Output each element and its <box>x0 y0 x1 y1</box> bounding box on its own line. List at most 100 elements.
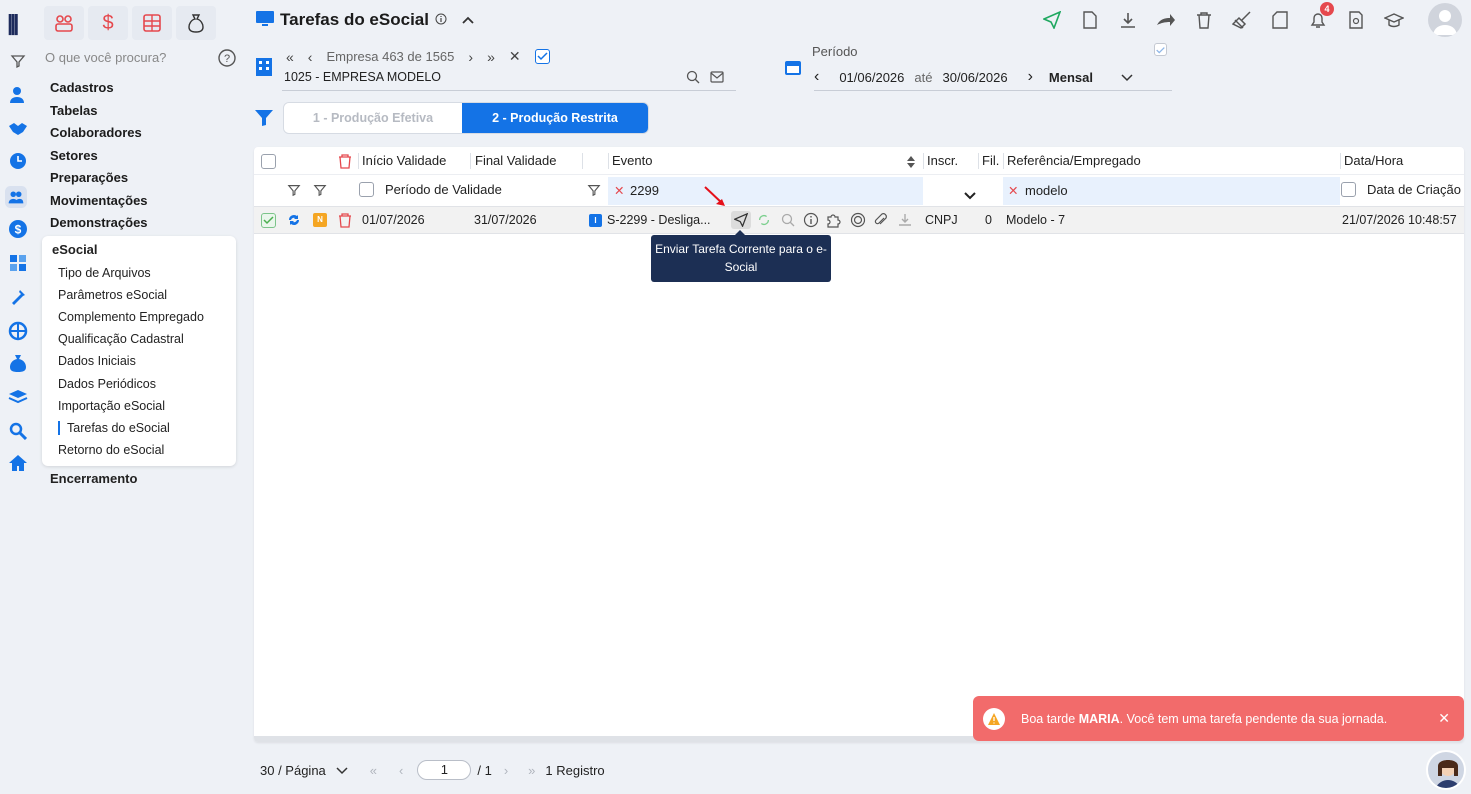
help-icon[interactable]: ? <box>218 49 236 70</box>
company-checkbox[interactable] <box>534 49 550 64</box>
clear-evento-icon[interactable]: ✕ <box>614 183 624 198</box>
row-checkbox[interactable] <box>261 213 276 228</box>
magnifier-icon[interactable] <box>781 213 795 230</box>
search-icon[interactable] <box>7 420 29 442</box>
filter-evento-value[interactable]: 2299 <box>630 183 659 198</box>
data-criacao-checkbox[interactable] <box>1341 182 1356 197</box>
menu-item-demonstracoes[interactable]: Demonstrações <box>50 215 148 238</box>
period-prev-button[interactable]: ‹ <box>814 68 819 86</box>
col-data-hora[interactable]: Data/Hora <box>1344 153 1403 168</box>
submenu-item-importacao[interactable]: Importação eSocial <box>58 399 165 413</box>
col-referencia[interactable]: Referência/Empregado <box>1007 153 1141 168</box>
broom-icon[interactable] <box>1230 8 1254 32</box>
filter-data-criacao[interactable]: Data de Criação <box>1367 182 1461 197</box>
menu-item-cadastros[interactable]: Cadastros <box>50 80 148 103</box>
chevron-up-icon[interactable] <box>461 13 475 28</box>
details-icon[interactable] <box>803 212 819 231</box>
col-evento[interactable]: Evento <box>612 153 652 168</box>
evento-filter-box[interactable]: ✕ 2299 <box>608 177 923 205</box>
menu-item-movimentacoes[interactable]: Movimentações <box>50 193 148 216</box>
people-module-icon[interactable] <box>44 6 84 40</box>
submenu-title[interactable]: eSocial <box>52 242 98 257</box>
search-placeholder[interactable]: O que você procura? <box>45 50 166 65</box>
bell-icon[interactable]: 4 <box>1306 2 1334 32</box>
app-logo[interactable]: ||| <box>7 10 20 36</box>
menu-item-encerramento[interactable]: Encerramento <box>50 471 137 486</box>
col-inscr[interactable]: Inscr. <box>927 153 958 168</box>
send-icon[interactable] <box>1040 8 1064 32</box>
page-size-select[interactable]: 30 / Página <box>260 763 326 778</box>
period-next-button[interactable]: › <box>1028 68 1033 86</box>
layers-icon[interactable] <box>7 386 29 408</box>
page-size-chevron-icon[interactable] <box>336 763 348 778</box>
company-name[interactable]: 1025 - EMPRESA MODELO <box>284 70 441 84</box>
submenu-item-retorno[interactable]: Retorno do eSocial <box>58 443 164 457</box>
col-final-validade[interactable]: Final Validade <box>475 153 556 168</box>
sync-icon[interactable] <box>286 212 302 231</box>
calculator-icon[interactable] <box>7 252 29 274</box>
document-icon[interactable] <box>1078 8 1102 32</box>
next-page-button[interactable]: › <box>504 763 508 778</box>
filter-icon-evento[interactable] <box>587 183 601 200</box>
sort-icon[interactable] <box>906 155 916 172</box>
money-bag-icon[interactable] <box>7 352 29 374</box>
mail-icon[interactable] <box>710 70 724 87</box>
submenu-item-dados-iniciais[interactable]: Dados Iniciais <box>58 354 136 368</box>
finance-module-icon[interactable]: $ <box>88 6 128 40</box>
puzzle-icon[interactable] <box>826 212 842 231</box>
filter-ref-value[interactable]: modelo <box>1025 183 1068 198</box>
clear-company-button[interactable]: ✕ <box>509 48 521 65</box>
tax-module-icon[interactable] <box>176 6 216 40</box>
prev-page-button[interactable]: ‹ <box>399 763 403 778</box>
last-company-button[interactable]: » <box>487 49 495 65</box>
graduation-cap-icon[interactable] <box>1382 8 1406 32</box>
periodo-validade-checkbox[interactable] <box>359 182 374 197</box>
company-search-icon[interactable] <box>686 70 700 87</box>
forward-icon[interactable] <box>1154 8 1178 32</box>
col-fil[interactable]: Fil. <box>982 153 999 168</box>
submenu-item-qualificacao[interactable]: Qualificação Cadastral <box>58 332 184 346</box>
submenu-item-tipo-arquivos[interactable]: Tipo de Arquivos <box>58 266 151 280</box>
trash-icon[interactable] <box>1192 8 1216 32</box>
period-checkbox[interactable] <box>1154 43 1167 56</box>
select-all-checkbox[interactable] <box>261 154 276 169</box>
submenu-item-dados-periodicos[interactable]: Dados Periódicos <box>58 377 156 391</box>
submenu-item-tarefas[interactable]: Tarefas do eSocial <box>58 421 170 435</box>
handshake-icon[interactable] <box>7 118 29 140</box>
period-to[interactable]: 30/06/2026 <box>942 70 1007 85</box>
next-company-button[interactable]: › <box>468 49 473 65</box>
submenu-item-complemento[interactable]: Complemento Empregado <box>58 310 204 324</box>
inscr-dropdown-icon[interactable] <box>964 188 976 203</box>
chevron-down-icon[interactable] <box>1121 70 1133 85</box>
user-avatar[interactable] <box>1428 3 1462 37</box>
last-page-button[interactable]: » <box>528 763 535 778</box>
clear-ref-icon[interactable]: ✕ <box>1008 183 1018 198</box>
period-type[interactable]: Mensal <box>1049 70 1093 85</box>
attachment-icon[interactable] <box>873 212 887 231</box>
delete-all-icon[interactable] <box>338 153 352 172</box>
download-row-icon[interactable] <box>897 212 913 231</box>
download-icon[interactable] <box>1116 8 1140 32</box>
accounting-module-icon[interactable] <box>132 6 172 40</box>
note-icon[interactable] <box>1268 8 1292 32</box>
assistant-avatar[interactable] <box>1426 750 1466 790</box>
menu-item-colaboradores[interactable]: Colaboradores <box>50 125 148 148</box>
col-inicio-validade[interactable]: Início Validade <box>362 153 446 168</box>
menu-item-preparacoes[interactable]: Preparações <box>50 170 148 193</box>
filter-icon-1[interactable] <box>287 183 301 200</box>
prev-company-button[interactable]: ‹ <box>308 49 313 65</box>
dollar-icon[interactable]: $ <box>7 218 29 240</box>
people-icon[interactable] <box>5 186 27 208</box>
page-input[interactable]: 1 <box>417 760 472 780</box>
filter-periodo-validade[interactable]: Período de Validade <box>385 182 502 197</box>
first-company-button[interactable]: « <box>286 49 294 65</box>
filter-icon-2[interactable] <box>313 183 327 200</box>
first-page-button[interactable]: « <box>370 763 377 778</box>
menu-item-setores[interactable]: Setores <box>50 148 148 171</box>
row-delete-icon[interactable] <box>338 212 352 231</box>
period-from[interactable]: 01/06/2026 <box>839 70 904 85</box>
ref-filter-box[interactable]: ✕ modelo <box>1003 177 1340 205</box>
filter-funnel-icon[interactable] <box>254 109 274 130</box>
menu-search[interactable]: O que você procura? ? <box>8 48 238 70</box>
table-row[interactable]: N 01/07/2026 31/07/2026 I S-2299 - Desli… <box>254 206 1464 234</box>
